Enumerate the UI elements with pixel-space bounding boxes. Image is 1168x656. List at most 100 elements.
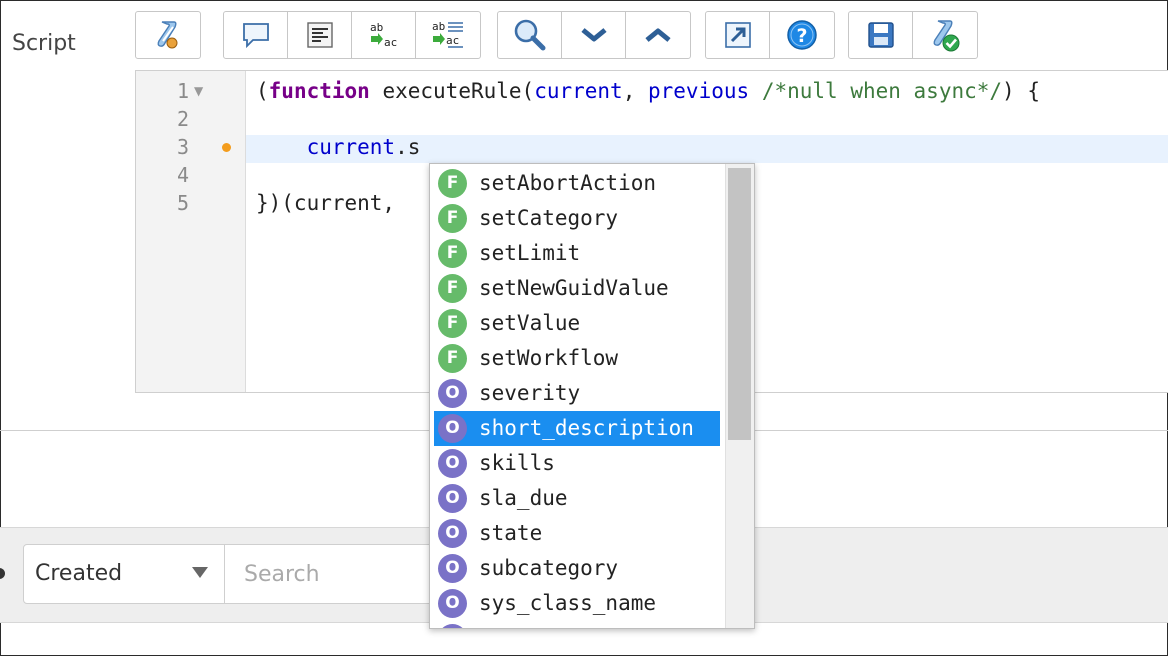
find-previous-button[interactable] [626,12,690,58]
property-badge-icon: O [438,484,467,513]
toggle-comment-button[interactable] [224,12,288,58]
autocomplete-item[interactable]: Oshort_description [434,411,720,446]
function-badge-icon: F [438,239,467,268]
autocomplete-item-label: severity [479,381,581,405]
autocomplete-scrollbar[interactable] [725,164,754,628]
save-icon [867,21,895,49]
replace-icon: ab ac [368,20,400,50]
autocomplete-item[interactable]: FsetAbortAction [434,166,720,201]
autocomplete-dropdown[interactable]: FsetAbortAction FsetCategory FsetLimit F… [429,163,755,629]
code-token: , [622,79,648,103]
autocomplete-item[interactable]: Ostate [434,516,720,551]
replace-button[interactable]: ab ac [352,12,416,58]
code-token-var: previous [648,79,750,103]
code-token: .s [395,135,421,159]
line-number: 1 [176,79,189,103]
autocomplete-item-label: short_description [479,416,694,440]
autocomplete-item-partial [434,621,720,628]
property-badge-icon: O [438,414,467,443]
save-button[interactable] [849,12,913,58]
fold-arrow-icon[interactable]: ▼ [194,77,203,105]
svg-text:ac: ac [384,36,397,49]
autocomplete-item-label: subcategory [479,556,619,580]
line-number: 5 [176,191,189,215]
code-token: ) { [1002,79,1040,103]
field-select[interactable]: Created [23,544,225,604]
autocomplete-item-label: setNewGuidValue [479,276,669,300]
script-field-label: Script [12,31,76,56]
autocomplete-item[interactable]: FsetLimit [434,236,720,271]
autocomplete-item[interactable]: Osys_class_name [434,586,720,621]
function-badge-icon: F [438,344,467,373]
property-badge-icon: O [438,519,467,548]
code-token-var: current [306,135,396,159]
code-token-cm: /*null when async*/ [761,79,1003,103]
code-token: executeRule( [369,79,535,103]
autocomplete-item-label: setCategory [479,206,619,230]
autocomplete-item[interactable]: Osubcategory [434,551,720,586]
script-include-icon [153,19,183,51]
autocomplete-item[interactable]: FsetValue [434,306,720,341]
autocomplete-item-label: skills [479,451,555,475]
autocomplete-item-label: setLimit [479,241,581,265]
property-badge-icon [438,624,467,628]
autocomplete-item-label: sys_class_name [479,591,657,615]
property-badge-icon: O [438,589,467,618]
code-token: })(current, [256,191,408,215]
find-previous-icon [645,27,671,43]
search-icon [513,18,547,52]
comment-icon [241,21,271,49]
code-token-var: current [534,79,623,103]
svg-text:ab: ab [370,21,383,34]
help-button[interactable]: ? [770,12,834,58]
autocomplete-item[interactable]: Oseverity [434,376,720,411]
replace-all-button[interactable]: ab ac [416,12,480,58]
syntax-check-icon [929,18,961,52]
toolbar-group-view: ? [705,11,835,59]
fullscreen-button[interactable] [706,12,770,58]
property-badge-icon: O [438,379,467,408]
toolbar-group-file [848,11,978,59]
dropdown-arrow-icon [192,567,208,578]
scrollbar-thumb[interactable] [728,168,751,440]
property-badge-icon: O [438,449,467,478]
warning-marker-icon [222,143,231,152]
line-number: 4 [176,163,189,187]
fullscreen-icon [724,21,752,49]
code-line[interactable]: current.s [256,133,421,161]
autocomplete-item-label: setAbortAction [479,171,657,195]
code-token: ( [256,79,269,103]
find-next-icon [580,27,607,43]
syntax-check-button[interactable] [913,12,977,58]
format-code-icon [306,21,334,49]
field-select-value: Created [35,561,123,586]
autocomplete-item[interactable]: FsetCategory [434,201,720,236]
format-code-button[interactable] [288,12,352,58]
svg-text:ab: ab [432,20,445,33]
code-line[interactable]: (function executeRule(current, previous … [256,77,1040,105]
toolbar-group-script [135,11,201,59]
autocomplete-item-label: state [479,521,543,545]
bullet-icon [0,568,5,579]
search-input[interactable] [225,545,424,603]
find-next-button[interactable] [562,12,626,58]
toolbar-group-edit: ab ac ab ac [223,11,481,59]
autocomplete-item[interactable]: FsetNewGuidValue [434,271,720,306]
function-badge-icon: F [438,309,467,338]
function-badge-icon: F [438,274,467,303]
autocomplete-item-label: setWorkflow [479,346,619,370]
script-include-button[interactable] [136,12,200,58]
autocomplete-item[interactable]: Oskills [434,446,720,481]
function-badge-icon: F [438,204,467,233]
line-number: 3 [176,135,189,159]
autocomplete-item[interactable]: FsetWorkflow [434,341,720,376]
line-number-gutter: 1 ▼ 2 3 4 5 [136,71,246,392]
search-button[interactable] [498,12,562,58]
property-badge-icon: O [438,554,467,583]
code-token-kw: function [268,79,370,103]
code-line[interactable]: })(current, [256,189,408,217]
svg-text:ac: ac [446,34,459,47]
autocomplete-item[interactable]: Osla_due [434,481,720,516]
replace-all-icon: ab ac [431,19,465,51]
